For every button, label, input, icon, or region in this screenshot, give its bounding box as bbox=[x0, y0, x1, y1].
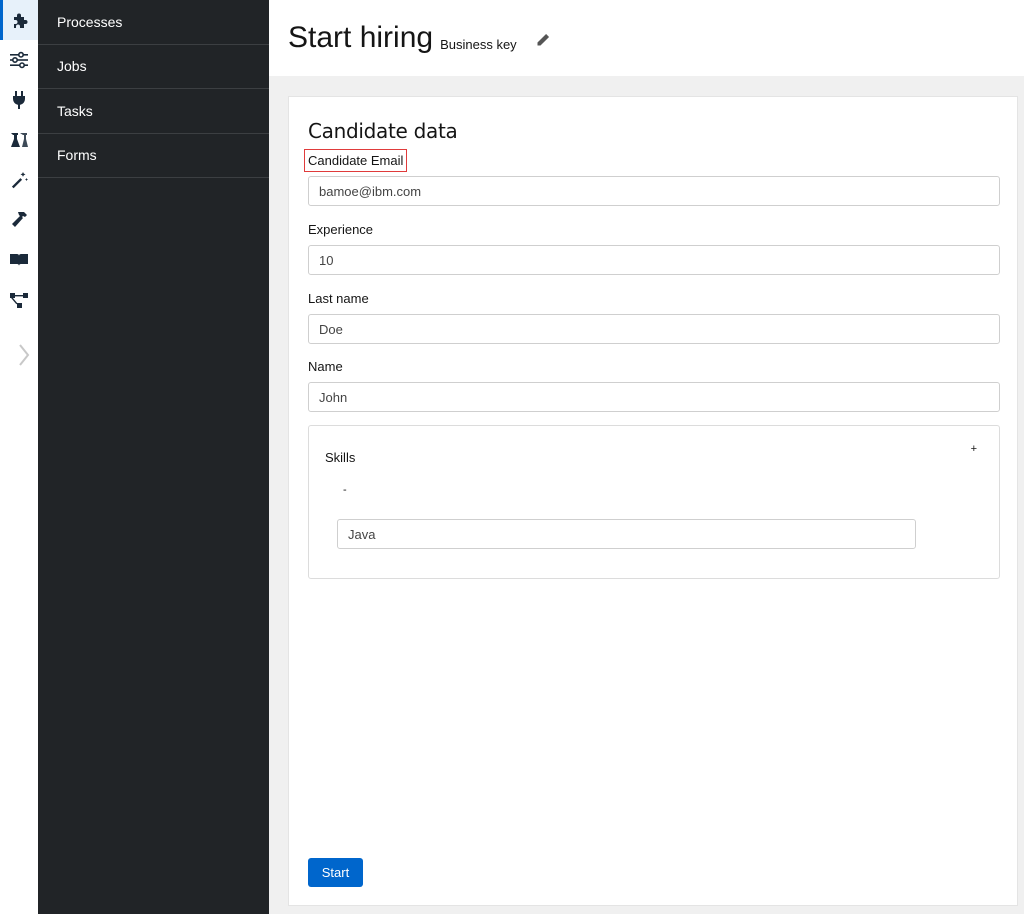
last-name-label: Last name bbox=[308, 291, 369, 306]
name-input[interactable] bbox=[308, 382, 1000, 412]
start-button[interactable]: Start bbox=[308, 858, 363, 887]
page-header: Start hiring Business key bbox=[269, 0, 1024, 76]
last-name-input[interactable] bbox=[308, 314, 1000, 344]
experience-label: Experience bbox=[308, 222, 374, 237]
add-skill-button[interactable]: + bbox=[971, 443, 977, 455]
rail-item-magic[interactable] bbox=[0, 160, 38, 200]
sidebar-item-jobs[interactable]: Jobs bbox=[38, 45, 269, 89]
hammer-icon bbox=[12, 212, 27, 227]
form-card: Candidate data Candidate Email Experienc… bbox=[288, 96, 1018, 906]
rail-item-build[interactable] bbox=[0, 200, 38, 240]
section-title: Candidate data bbox=[308, 119, 458, 143]
business-key-label: Business key bbox=[440, 36, 517, 52]
skills-title: Skills bbox=[325, 450, 356, 465]
candidate-email-input[interactable] bbox=[308, 176, 1000, 206]
page-title: Start hiring bbox=[288, 21, 434, 54]
magic-wand-icon bbox=[11, 172, 28, 189]
rail-item-processes[interactable] bbox=[0, 0, 38, 40]
skills-list: Skills + - bbox=[308, 425, 1000, 579]
rail-item-testing[interactable] bbox=[0, 120, 38, 160]
plug-icon bbox=[13, 91, 25, 109]
chevron-right-icon bbox=[19, 344, 30, 366]
candidate-email-label: Candidate Email bbox=[303, 149, 408, 172]
rail-item-integrations[interactable] bbox=[0, 80, 38, 120]
sliders-icon bbox=[10, 51, 28, 69]
icon-rail bbox=[0, 0, 38, 914]
rail-item-topology[interactable] bbox=[0, 280, 38, 320]
remove-skill-button[interactable]: - bbox=[343, 484, 347, 496]
puzzle-icon bbox=[13, 13, 27, 28]
rail-item-settings[interactable] bbox=[0, 40, 38, 80]
sidebar-item-processes[interactable]: Processes bbox=[38, 0, 269, 45]
skill-input[interactable] bbox=[337, 519, 916, 549]
name-label: Name bbox=[308, 359, 343, 374]
sidebar-item-tasks[interactable]: Tasks bbox=[38, 89, 269, 134]
rail-expand-button[interactable] bbox=[14, 340, 34, 370]
sidebar-item-forms[interactable]: Forms bbox=[38, 134, 269, 178]
pencil-icon bbox=[537, 33, 549, 46]
book-icon bbox=[10, 254, 28, 266]
rail-item-docs[interactable] bbox=[0, 240, 38, 280]
flask-icon bbox=[11, 133, 28, 147]
edit-business-key-button[interactable] bbox=[535, 32, 551, 48]
topology-icon bbox=[10, 293, 28, 308]
experience-input[interactable] bbox=[308, 245, 1000, 275]
sidebar-nav: Processes Jobs Tasks Forms bbox=[38, 0, 269, 914]
